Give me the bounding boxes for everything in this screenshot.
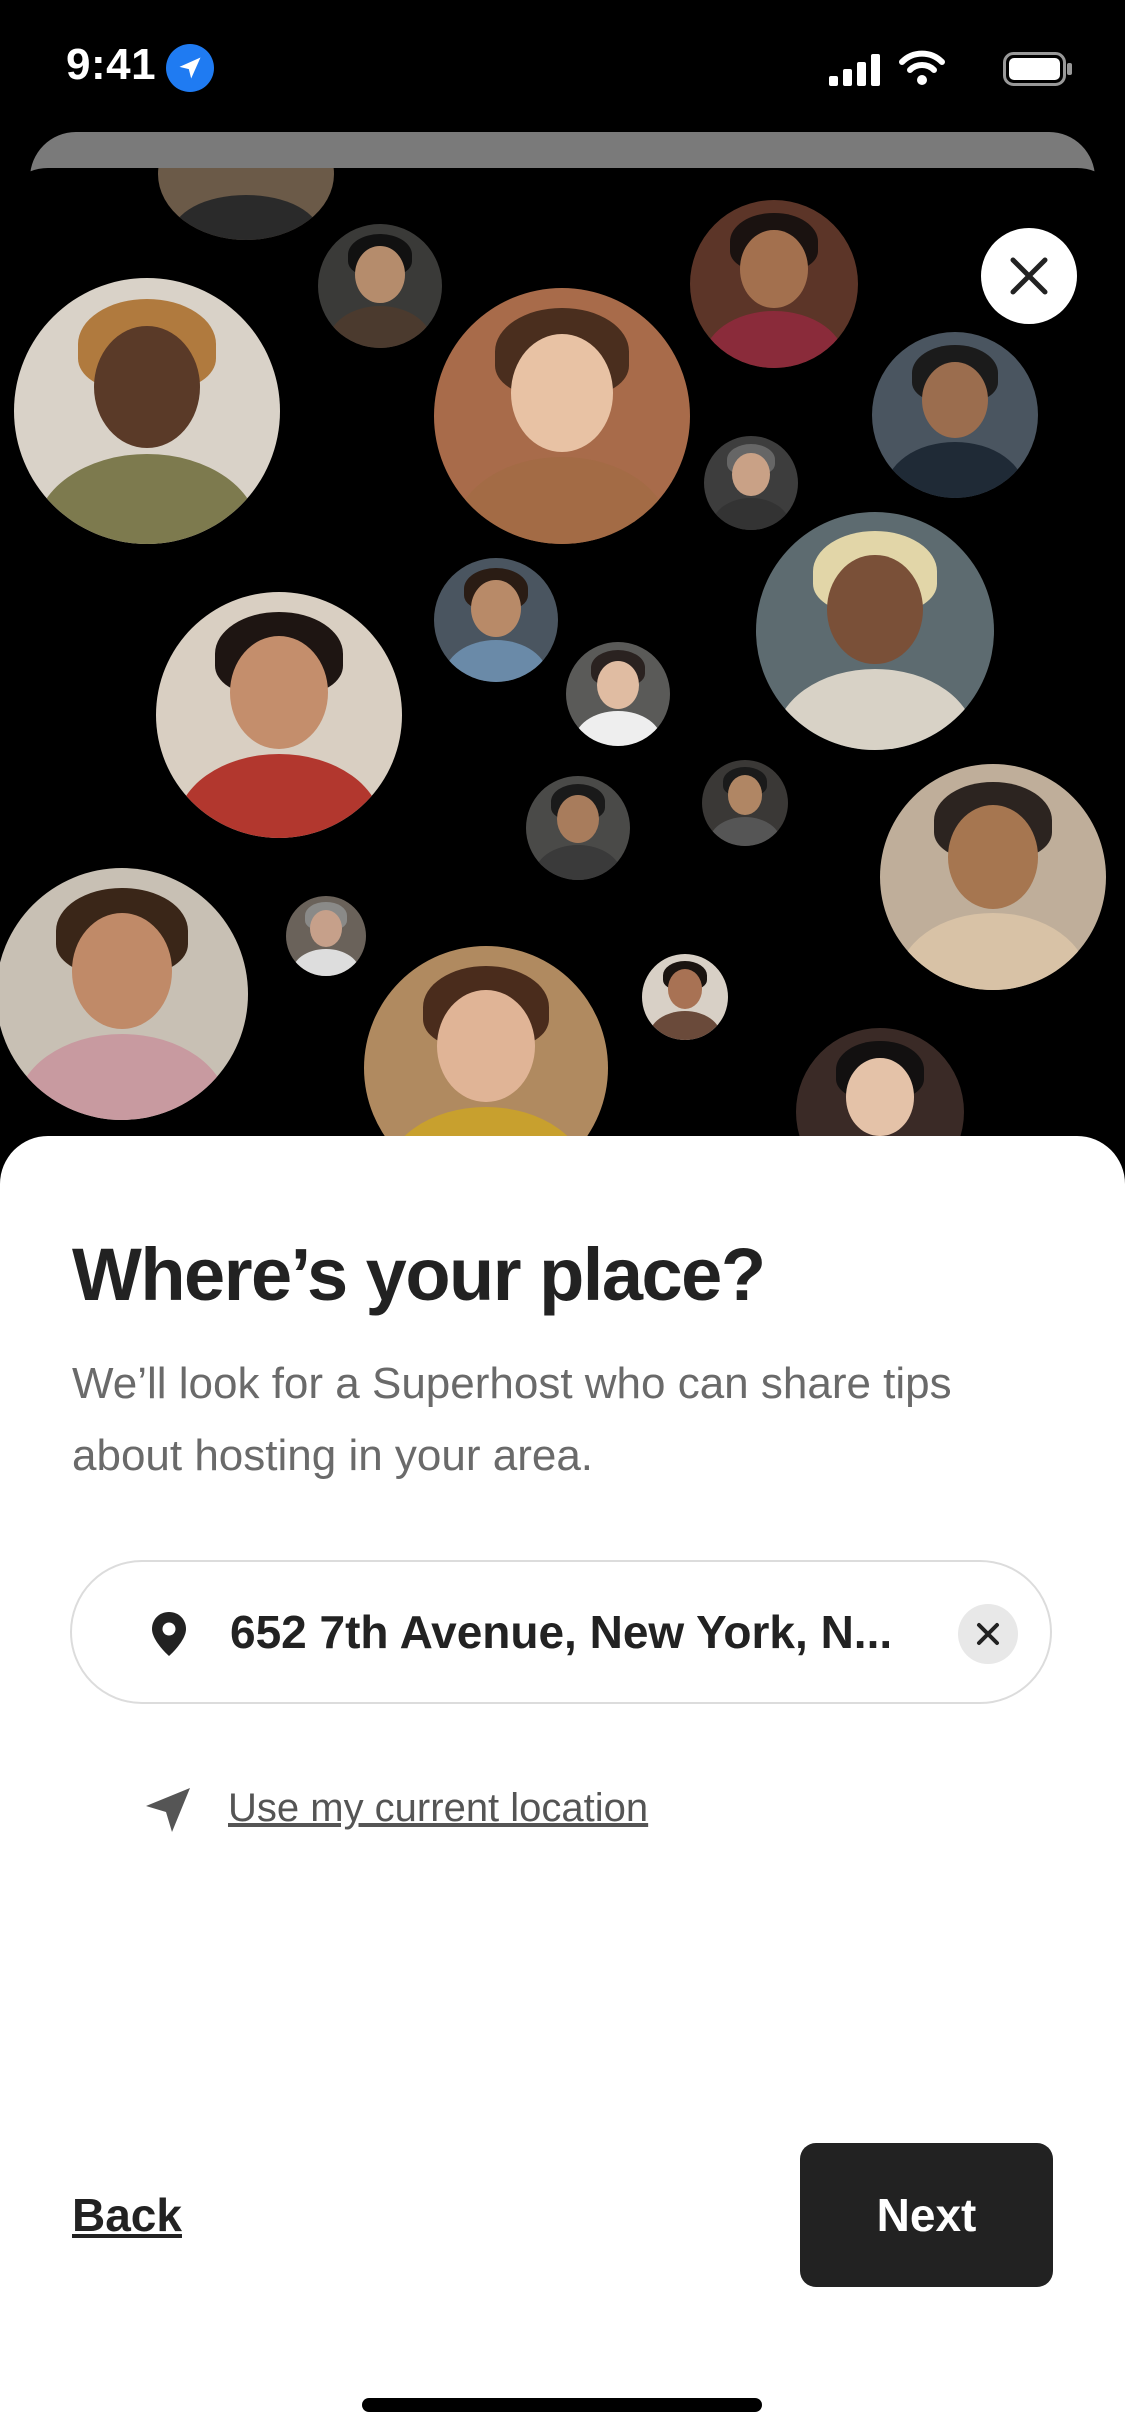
host-photo [286,896,366,976]
host-photo [14,278,280,544]
back-button[interactable]: Back [72,2188,182,2242]
close-icon [1010,257,1048,295]
home-indicator[interactable] [362,2398,762,2412]
host-photo [880,764,1106,990]
host-photo [364,946,608,1168]
battery-icon [1003,52,1072,86]
host-photo [156,592,402,838]
host-photo [0,868,248,1120]
host-photo [526,776,630,880]
host-photo [642,954,728,1040]
host-photo [566,642,670,746]
current-location-label[interactable]: Use my current location [228,1786,648,1831]
close-button[interactable] [981,228,1077,324]
wifi-icon [899,50,945,85]
next-button[interactable]: Next [800,2143,1053,2287]
host-photo [318,224,442,348]
clear-address-button[interactable] [958,1604,1018,1664]
page-subtitle: We’ll look for a Superhost who can share… [72,1359,952,1480]
host-photo [434,558,558,682]
status-time: 9:41 [66,40,157,89]
signal-icon [829,54,880,86]
clear-icon [977,1623,999,1645]
address-field[interactable]: 652 7th Avenue, New York, N... [70,1560,1052,1704]
page-title: Where’s your place? [72,1233,766,1316]
host-photo [756,512,994,750]
host-photo [690,200,858,368]
map-pin-icon [152,1612,186,1656]
host-photo [158,168,334,240]
location-sheet: Where’s your place? We’ll look for a Sup… [0,1136,1125,2436]
location-arrow-icon [166,44,214,92]
host-photo [872,332,1038,498]
host-photo [704,436,798,530]
status-bar: 9:41 [0,0,1125,132]
host-photo [434,288,690,544]
superhost-photo-collage [0,168,1125,1168]
navigation-arrow-icon [146,1788,190,1832]
address-input[interactable]: 652 7th Avenue, New York, N... [230,1606,930,1658]
host-photo [702,760,788,846]
